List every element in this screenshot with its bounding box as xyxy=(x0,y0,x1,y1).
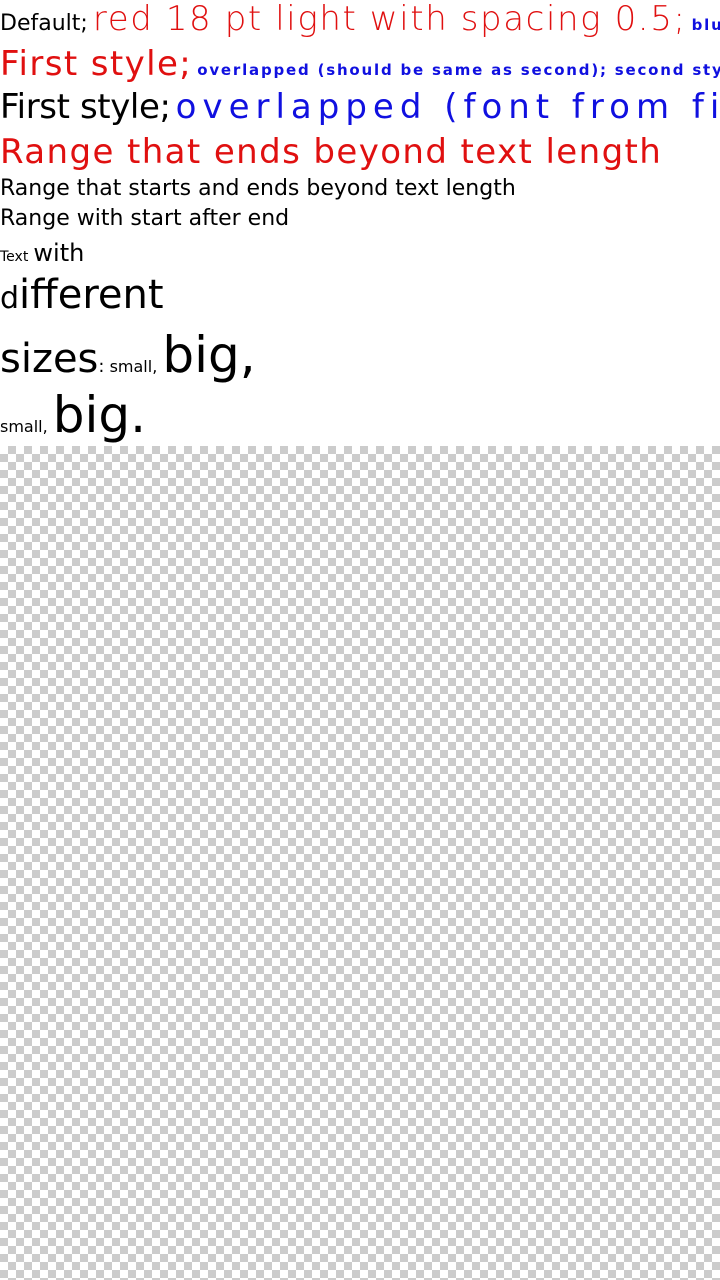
colon-mark: : xyxy=(98,356,105,377)
line-first-style-red: First style; overlapped (should be same … xyxy=(0,47,720,81)
line-sizes: sizes: small, big, xyxy=(0,330,256,380)
line-range-starts-ends-beyond: Range that starts and ends beyond text l… xyxy=(0,178,516,200)
sizes-word: sizes xyxy=(0,336,99,382)
line-different: different xyxy=(0,275,164,315)
big-word: big, xyxy=(162,326,256,384)
overlapped-big-blue-text: overlapped (font from firs xyxy=(175,87,720,127)
line-text-with: Text with xyxy=(0,241,84,265)
line-range-start-after-end: Range with start after end xyxy=(0,208,289,230)
first-style-red-text: First style; xyxy=(0,44,193,84)
default-label: Default; xyxy=(0,11,88,36)
text-rendering-area: Default; red 18 pt light with spacing 0.… xyxy=(0,0,720,446)
tiny-text-word: Text xyxy=(0,249,29,265)
line-first-style-black: First style; overlapped (font from firs xyxy=(0,90,720,124)
small-word: small, xyxy=(109,357,158,376)
line-default-red-blue: Default; red 18 pt light with spacing 0.… xyxy=(0,2,720,36)
big-word-2: big. xyxy=(52,386,147,444)
line-range-ends-beyond: Range that ends beyond text length xyxy=(0,135,662,169)
d-letter: d xyxy=(0,281,20,316)
range-starts-ends-beyond-text: Range that starts and ends beyond text l… xyxy=(0,176,516,201)
first-style-black-text: First style; xyxy=(0,87,171,127)
range-ends-beyond-text: Range that ends beyond text length xyxy=(0,132,663,172)
small-word-2: small, xyxy=(0,417,48,436)
overlapped-small-blue-text: overlapped (should be same as second); s… xyxy=(197,61,720,79)
line-small-big: small, big. xyxy=(0,390,146,440)
ifferent-word: ifferent xyxy=(19,272,164,318)
red-18pt-light-text: red 18 pt light with spacing 0.5; xyxy=(92,0,687,39)
canvas: Default; red 18 pt light with spacing 0.… xyxy=(0,0,720,1280)
transparency-checkerboard xyxy=(0,446,720,1280)
with-word: with xyxy=(33,239,85,267)
range-start-after-end-text: Range with start after end xyxy=(0,206,290,231)
blue-8-text: blue 8 xyxy=(691,16,720,34)
